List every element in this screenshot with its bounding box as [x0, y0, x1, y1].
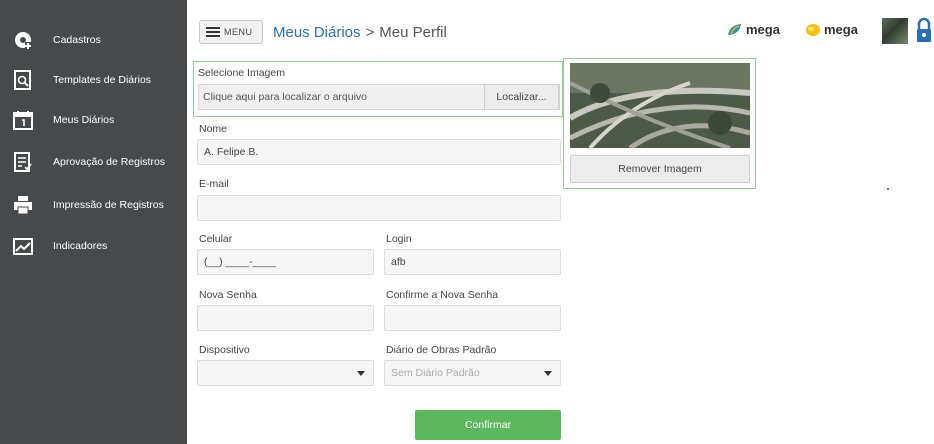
- device-select[interactable]: [197, 360, 374, 386]
- sidebar: Cadastros Templates de Diários Meus Diár…: [0, 0, 187, 444]
- new-password-label: Nova Senha: [199, 289, 257, 301]
- browse-button[interactable]: Localizar...: [484, 84, 559, 110]
- gear-plus-icon: [12, 29, 34, 51]
- printer-icon: [12, 194, 34, 216]
- profile-image-preview: [570, 63, 750, 148]
- default-diary-select[interactable]: Sem Diário Padrão: [384, 360, 561, 386]
- brand-logo-1: mega: [727, 22, 780, 37]
- email-label: E-mail: [199, 178, 229, 190]
- lock-icon[interactable]: [916, 17, 932, 45]
- image-select-group: Selecione Imagem Clique aqui para locali…: [193, 61, 563, 117]
- chevron-down-icon: [544, 371, 552, 376]
- sidebar-item-label: Impressão de Registros: [53, 199, 164, 211]
- brand-name: mega: [746, 22, 780, 37]
- app-root: Cadastros Templates de Diários Meus Diár…: [0, 0, 934, 444]
- phone-field[interactable]: (__) ____-____: [197, 249, 374, 275]
- breadcrumb-separator: >: [365, 23, 375, 41]
- breadcrumb: Meus Diários > Meu Perfil: [273, 20, 447, 44]
- brand-name: mega: [824, 22, 858, 37]
- sidebar-item-templates[interactable]: Templates de Diários: [0, 66, 187, 94]
- login-field[interactable]: afb: [384, 249, 561, 275]
- file-picker[interactable]: Clique aqui para localizar o arquivo Loc…: [198, 84, 560, 110]
- sidebar-item-label: Aprovação de Registros: [53, 156, 166, 168]
- confirm-password-label: Confirme a Nova Senha: [386, 289, 499, 301]
- confirm-button[interactable]: Confirmar: [415, 410, 561, 440]
- menu-button[interactable]: MENU: [199, 20, 263, 44]
- device-label: Dispositivo: [199, 344, 250, 356]
- new-password-field[interactable]: [197, 305, 374, 331]
- page-title: Meu Perfil: [379, 23, 447, 41]
- top-bar: MENU Meus Diários > Meu Perfil mega mega: [187, 0, 934, 60]
- sidebar-item-cadastros[interactable]: Cadastros: [0, 26, 187, 54]
- stray-dot: [887, 188, 889, 190]
- sidebar-item-label: Meus Diários: [53, 114, 115, 126]
- sidebar-item-aprovacao[interactable]: Aprovação de Registros: [0, 148, 187, 176]
- sidebar-item-indicadores[interactable]: Indicadores: [0, 232, 187, 260]
- calendar-icon: [12, 109, 34, 131]
- default-diary-select-value: Sem Diário Padrão: [391, 367, 480, 379]
- approval-document-icon: [12, 151, 34, 173]
- login-label: Login: [386, 233, 412, 245]
- sidebar-item-impressao[interactable]: Impressão de Registros: [0, 191, 187, 219]
- name-label: Nome: [199, 123, 228, 135]
- file-picker-placeholder: Clique aqui para localizar o arquivo: [203, 91, 368, 103]
- chevron-down-icon: [357, 371, 365, 376]
- brand-leaf-icon: [728, 23, 741, 35]
- brand-logo-2: mega: [805, 22, 858, 37]
- phone-label: Celular: [199, 233, 233, 245]
- sidebar-item-label: Indicadores: [53, 240, 108, 252]
- default-diary-label: Diário de Obras Padrão: [386, 344, 497, 356]
- email-field[interactable]: [197, 195, 561, 221]
- user-avatar[interactable]: [882, 18, 908, 44]
- breadcrumb-link-meus-diarios[interactable]: Meus Diários: [273, 24, 361, 41]
- remove-image-button[interactable]: Remover Imagem: [570, 155, 750, 183]
- brand-ellipse-icon: [806, 23, 820, 36]
- template-search-icon: [12, 69, 34, 91]
- chart-trend-icon: [12, 235, 34, 257]
- sidebar-item-meus-diarios[interactable]: Meus Diários: [0, 106, 187, 134]
- image-preview-panel: Remover Imagem: [563, 58, 756, 189]
- sidebar-item-label: Templates de Diários: [53, 74, 152, 86]
- image-label: Selecione Imagem: [198, 67, 285, 79]
- menu-label: MENU: [224, 27, 253, 37]
- confirm-password-field[interactable]: [384, 305, 561, 331]
- name-field[interactable]: A. Felipe B.: [197, 139, 561, 165]
- sidebar-item-label: Cadastros: [53, 34, 101, 46]
- hamburger-icon: [206, 27, 220, 37]
